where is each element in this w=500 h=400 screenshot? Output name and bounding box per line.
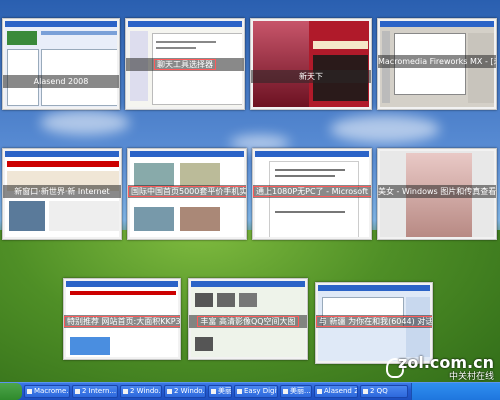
window-thumbnail-picture-viewer[interactable]: 美女 - Windows 图片和传真查看器 [377, 148, 497, 240]
app-icon [75, 389, 80, 394]
taskbar-item[interactable]: 2 Windo... [164, 385, 206, 398]
app-icon [283, 389, 288, 394]
app-icon [317, 389, 322, 394]
window-title: 聊天工具选择器 [126, 58, 244, 71]
window-title: 新天下 [251, 70, 371, 83]
taskbar-item[interactable]: 美丽... [208, 385, 232, 398]
taskbar: Macrome... 2 Intern... 2 Windo... 2 Wind… [0, 382, 500, 400]
app-icon [237, 389, 242, 394]
taskbar-item[interactable]: Easy Digit... [234, 385, 278, 398]
window-thumbnail-xintianxia[interactable]: 新天下 [250, 18, 372, 110]
window-thumbnail-qq-chat[interactable]: 与 新疆 为你在和我(6044) 对话中 [315, 282, 433, 364]
window-title: 美女 - Windows 图片和传真查看器 [378, 185, 496, 198]
window-thumbnail-phone-photos[interactable]: 国际中国首页5000套平价手机实拍 - [127, 148, 247, 240]
cloud [330, 115, 440, 143]
taskbar-item[interactable]: 2 QQ [360, 385, 408, 398]
taskbar-item[interactable]: 2 Windo... [120, 385, 162, 398]
window-thumbnail-qq-space[interactable]: 丰富 高清影像QQ空间大图 [188, 278, 308, 360]
cloud [40, 110, 130, 135]
window-title: Alasend 2008 [3, 75, 119, 88]
window-title: Macromedia Fireworks MX - [未命 [378, 55, 496, 68]
window-thumbnail-fireworks[interactable]: Macromedia Fireworks MX - [未命 [377, 18, 497, 110]
app-icon [167, 389, 172, 394]
start-button[interactable] [0, 383, 22, 400]
window-title: 国际中国首页5000套平价手机实拍 - [128, 185, 246, 198]
window-thumbnail-alasend[interactable]: Alasend 2008 [2, 18, 120, 110]
app-icon [363, 389, 368, 394]
window-title: 新窗口·新世界·新 Internet [3, 185, 121, 198]
window-thumbnail-word[interactable]: 通上1080P无PC了 - Microsoft Word [252, 148, 372, 240]
window-title: 与 新疆 为你在和我(6044) 对话中 [316, 315, 432, 328]
window-thumbnail-ie-newworld[interactable]: 新窗口·新世界·新 Internet [2, 148, 122, 240]
taskbar-item[interactable]: Alasend 2... [314, 385, 358, 398]
window-thumbnail-chat-tool[interactable]: 聊天工具选择器 [125, 18, 245, 110]
window-title: 丰富 高清影像QQ空间大图 [189, 315, 307, 328]
taskbar-item[interactable]: 美丽... [280, 385, 312, 398]
window-title: 通上1080P无PC了 - Microsoft Word [253, 185, 371, 198]
window-title: 特别推荐 网站首页:大面积KKP3之 [64, 315, 180, 328]
app-icon [123, 389, 128, 394]
app-icon [211, 389, 216, 394]
app-icon [27, 389, 32, 394]
watermark: zol.com.cn 中关村在线 [398, 353, 494, 382]
taskbar-item[interactable]: 2 Intern... [72, 385, 118, 398]
system-tray [411, 383, 500, 400]
taskbar-item[interactable]: Macrome... [24, 385, 70, 398]
window-thumbnail-webpage-kkp[interactable]: 特别推荐 网站首页:大面积KKP3之 [63, 278, 181, 360]
